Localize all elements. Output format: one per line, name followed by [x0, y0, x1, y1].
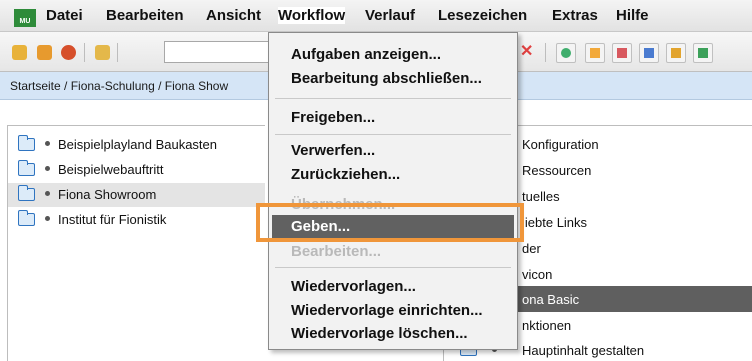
- edit-check-icon[interactable]: [95, 45, 110, 60]
- toolbar-separator: [117, 43, 118, 62]
- menu-item-verwerfen[interactable]: Verwerfen...: [272, 139, 514, 163]
- layout-icon-1: [590, 48, 600, 58]
- breadcrumb[interactable]: Startseite / Fiona-Schulung / Fiona Show: [10, 79, 228, 93]
- menu-lesezeichen[interactable]: Lesezeichen: [438, 7, 527, 24]
- folder-tree: Beispielplayland Baukasten Beispielwebau…: [7, 125, 265, 361]
- menu-item-zurueckziehen[interactable]: Zurückziehen...: [272, 163, 514, 187]
- content-item-label: Hauptinhalt gestalten: [522, 343, 645, 358]
- layout-icon-2: [617, 48, 627, 58]
- menu-ansicht[interactable]: Ansicht: [206, 7, 261, 24]
- menubar: MU Datei Bearbeiten Ansicht Workflow Ver…: [0, 0, 752, 32]
- new-page-icon[interactable]: [12, 45, 27, 60]
- toolbar-input[interactable]: [164, 41, 274, 63]
- menu-datei[interactable]: Datei: [46, 7, 83, 24]
- layout-button-1[interactable]: [585, 43, 605, 63]
- layout-icon-3: [644, 48, 654, 58]
- menu-bearbeiten[interactable]: Bearbeiten: [106, 7, 184, 24]
- globe-icon[interactable]: [61, 45, 76, 60]
- layout-icon-5: [698, 48, 708, 58]
- folder-icon: [18, 160, 35, 176]
- menu-separator: [275, 134, 511, 135]
- tree-item-beispielwebauftritt[interactable]: Beispielwebauftritt: [8, 158, 265, 182]
- menu-workflow[interactable]: Workflow: [278, 7, 346, 24]
- menu-item-label: Wiedervorlage löschen...: [291, 325, 468, 342]
- bullet-icon: [45, 191, 50, 196]
- layout-button-2[interactable]: [612, 43, 632, 63]
- menu-item-label: Bearbeitung abschließen...: [291, 70, 482, 87]
- menu-item-aufgaben-anzeigen[interactable]: Aufgaben anzeigen...: [272, 43, 514, 67]
- folder-icon: [18, 135, 35, 151]
- folder-icon: [18, 210, 35, 226]
- menu-item-bearbeitung-abschliessen[interactable]: Bearbeitung abschließen...: [272, 67, 514, 91]
- menu-verlauf[interactable]: Verlauf: [365, 7, 415, 24]
- tree-item-label: Institut für Fionistik: [58, 212, 167, 227]
- menu-item-label: Wiedervorlage einrichten...: [291, 302, 483, 319]
- menu-extras[interactable]: Extras: [552, 7, 598, 24]
- delete-icon[interactable]: ✕: [520, 41, 533, 60]
- menu-item-label: Aufgaben anzeigen...: [291, 46, 442, 63]
- menu-item-wiedervorlage-einrichten[interactable]: Wiedervorlage einrichten...: [272, 299, 514, 323]
- bullet-icon: [45, 166, 50, 171]
- folder-open-icon: [18, 185, 35, 201]
- menu-item-bearbeiten: Bearbeiten...: [272, 240, 514, 264]
- preview-icon: [561, 48, 571, 58]
- content-item-label: vicon: [522, 267, 553, 282]
- menu-item-wiedervorlagen[interactable]: Wiedervorlagen...: [272, 275, 514, 299]
- tree-item-beispielplayland[interactable]: Beispielplayland Baukasten: [8, 133, 265, 157]
- layout-icon-4: [671, 48, 681, 58]
- content-item-label: tuelles: [522, 189, 560, 204]
- layout-button-4[interactable]: [666, 43, 686, 63]
- toolbar-separator: [545, 43, 546, 62]
- tree-item-label: Fiona Showroom: [58, 187, 157, 202]
- tree-item-label: Beispielwebauftritt: [58, 162, 164, 177]
- toolbar-separator: [84, 43, 85, 62]
- layout-button-5[interactable]: [693, 43, 713, 63]
- menu-item-label: Freigeben...: [291, 109, 376, 126]
- menu-separator: [275, 267, 511, 268]
- preview-button[interactable]: [556, 43, 576, 63]
- menu-hilfe[interactable]: Hilfe: [616, 7, 649, 24]
- tree-item-fiona-showroom[interactable]: Fiona Showroom: [8, 183, 265, 207]
- content-item-label: liebte Links: [522, 215, 588, 230]
- content-item-label: Konfiguration: [522, 137, 599, 152]
- bullet-icon: [45, 141, 50, 146]
- content-item-label: der: [522, 241, 541, 256]
- menu-item-label: Wiedervorlagen...: [291, 278, 416, 295]
- app-logo: MU: [14, 9, 36, 27]
- tree-item-label: Beispielplayland Baukasten: [58, 137, 217, 152]
- content-item-label: nktionen: [522, 318, 572, 333]
- layout-button-3[interactable]: [639, 43, 659, 63]
- content-item-label: ona Basic: [522, 292, 580, 307]
- new-folder-icon[interactable]: [37, 45, 52, 60]
- highlight-callout: [256, 203, 524, 242]
- menu-item-label: Zurückziehen...: [291, 166, 401, 183]
- workflow-menu: Aufgaben anzeigen... Bearbeitung abschli…: [268, 32, 518, 350]
- content-item-label: Ressourcen: [522, 163, 592, 178]
- menu-item-wiedervorlage-loeschen[interactable]: Wiedervorlage löschen...: [272, 322, 514, 346]
- menu-item-label: Verwerfen...: [291, 142, 376, 159]
- bullet-icon: [45, 216, 50, 221]
- menu-item-freigeben[interactable]: Freigeben...: [272, 106, 514, 130]
- menu-item-label: Bearbeiten...: [291, 243, 382, 260]
- menu-separator: [275, 98, 511, 99]
- tree-item-institut-fionistik[interactable]: Institut für Fionistik: [8, 208, 265, 232]
